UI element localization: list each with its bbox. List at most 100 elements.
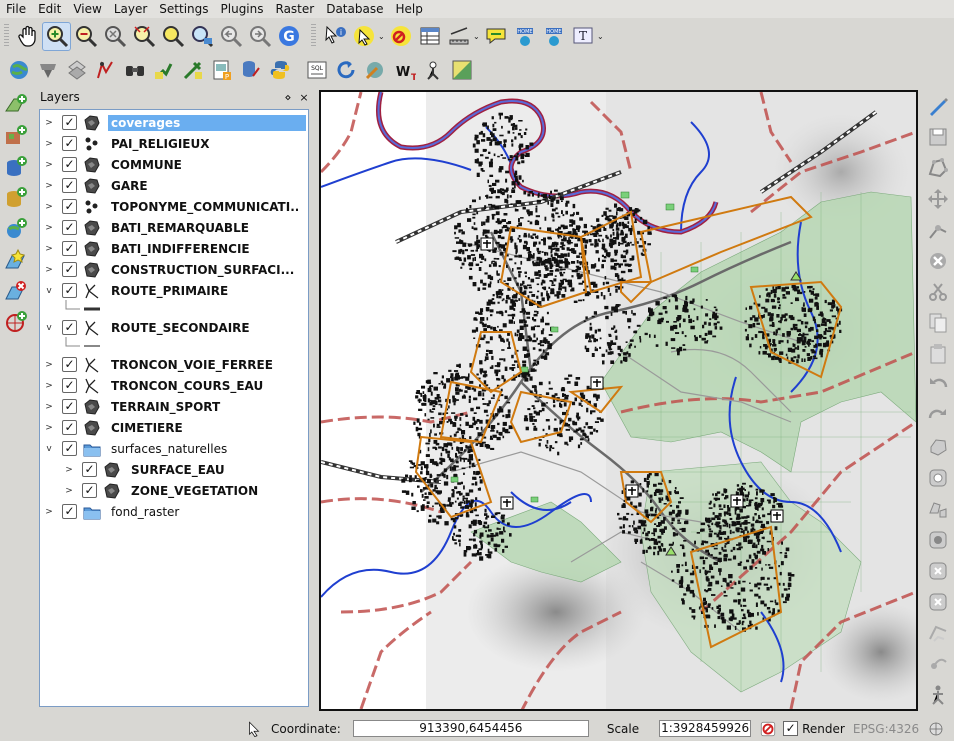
heatmap-icon[interactable] — [447, 56, 476, 85]
menu-settings[interactable]: Settings — [153, 0, 214, 18]
layer-name[interactable]: CONSTRUCTION_SURFACI... — [108, 262, 297, 278]
layer-expander[interactable]: > — [44, 160, 54, 170]
map-rendering[interactable] — [321, 92, 916, 709]
redo-icon[interactable] — [924, 400, 953, 431]
layer-visibility-checkbox[interactable]: ✓ — [62, 199, 77, 214]
offset-curve-icon[interactable] — [924, 648, 953, 679]
layer-visibility-checkbox[interactable]: ✓ — [62, 157, 77, 172]
node-tool-icon[interactable] — [924, 214, 953, 245]
projection-icon[interactable] — [925, 718, 947, 740]
layer-expander[interactable]: > — [44, 181, 54, 191]
layer-name[interactable]: BATI_INDIFFERENCIE — [108, 241, 253, 257]
map-tips-icon[interactable] — [481, 22, 510, 51]
new-layer-icon[interactable] — [2, 245, 31, 274]
georeferencer-icon[interactable] — [4, 56, 33, 85]
layer-visibility-checkbox[interactable]: ✓ — [62, 441, 77, 456]
attribute-table-icon[interactable] — [415, 22, 444, 51]
layer-row-route-primaire[interactable]: v ✓ ROUTE_PRIMAIRE — [40, 280, 308, 301]
reload-icon[interactable] — [331, 56, 360, 85]
measure-icon[interactable] — [444, 22, 473, 51]
print-composer-icon[interactable]: P — [207, 56, 236, 85]
add-feature-icon[interactable] — [924, 152, 953, 183]
layer-visibility-checkbox[interactable]: ✓ — [62, 115, 77, 130]
add-wms-layer-icon[interactable] — [2, 214, 31, 243]
zoom-native-icon[interactable] — [187, 22, 216, 51]
layer-tree[interactable]: > ✓ coverages > ✓ PAI_RELIGIEUX > ✓ COMMUNE > ✓ GAR… — [39, 109, 309, 707]
layer-visibility-checkbox[interactable]: ✓ — [82, 483, 97, 498]
layer-expander[interactable]: > — [64, 465, 74, 475]
grass-icon[interactable] — [33, 56, 62, 85]
plugin-b-icon[interactable] — [178, 56, 207, 85]
add-raster-layer-icon[interactable] — [2, 121, 31, 150]
delete-selected-icon[interactable] — [924, 245, 953, 276]
simplify-icon[interactable] — [924, 431, 953, 462]
layer-expander[interactable]: > — [44, 202, 54, 212]
layer-visibility-checkbox[interactable]: ✓ — [62, 262, 77, 277]
layer-expander[interactable]: > — [44, 360, 54, 370]
menu-view[interactable]: View — [67, 0, 107, 18]
layer-row-bati-remarquable[interactable]: > ✓ BATI_REMARQUABLE — [40, 217, 308, 238]
layer-visibility-checkbox[interactable]: ✓ — [62, 220, 77, 235]
layer-visibility-checkbox[interactable]: ✓ — [62, 357, 77, 372]
zoom-last-icon[interactable] — [216, 22, 245, 51]
layer-name[interactable]: ROUTE_SECONDAIRE — [108, 320, 253, 336]
layer-visibility-checkbox[interactable]: ✓ — [62, 320, 77, 335]
layer-visibility-checkbox[interactable]: ✓ — [62, 178, 77, 193]
layer-name[interactable]: SURFACE_EAU — [128, 462, 228, 478]
layer-name[interactable]: fond_raster — [108, 504, 182, 520]
layer-row-cimetiere[interactable]: > ✓ CIMETIERE — [40, 417, 308, 438]
toggle-editing-icon[interactable] — [924, 90, 953, 121]
menu-database[interactable]: Database — [320, 0, 389, 18]
float-panel-button[interactable]: ⋄ — [280, 91, 296, 104]
identify-icon[interactable]: i — [320, 22, 349, 51]
coordinate-field[interactable]: 913390,6454456 — [352, 720, 589, 737]
layer-expander[interactable]: > — [44, 118, 54, 128]
add-postgis-layer-icon[interactable] — [2, 152, 31, 181]
layer-row-surfaces-naturelles[interactable]: v ✓ surfaces_naturelles — [40, 438, 308, 459]
menu-edit[interactable]: Edit — [32, 0, 67, 18]
layer-visibility-checkbox[interactable]: ✓ — [62, 136, 77, 151]
layer-visibility-checkbox[interactable]: ✓ — [62, 378, 77, 393]
layer-row-pai-religieux[interactable]: > ✓ PAI_RELIGIEUX — [40, 133, 308, 154]
cut-features-icon[interactable] — [924, 276, 953, 307]
layer-expander[interactable]: > — [44, 402, 54, 412]
layer-visibility-checkbox[interactable]: ✓ — [62, 504, 77, 519]
zoom-layer-icon[interactable] — [158, 22, 187, 51]
layer-row-construction-surfaci-[interactable]: > ✓ CONSTRUCTION_SURFACI... — [40, 259, 308, 280]
layer-row-troncon-voie-ferree[interactable]: > ✓ TRONCON_VOIE_FERREE — [40, 354, 308, 375]
add-ring-icon[interactable] — [924, 462, 953, 493]
gps-icon[interactable] — [120, 56, 149, 85]
fill-ring-icon[interactable] — [924, 524, 953, 555]
layer-expander[interactable]: > — [64, 486, 74, 496]
db-manager-icon[interactable] — [236, 56, 265, 85]
show-bookmarks-icon[interactable]: HOME — [539, 22, 568, 51]
layer-expander[interactable]: > — [44, 265, 54, 275]
layer-expander[interactable]: > — [44, 139, 54, 149]
layer-expander[interactable]: > — [44, 223, 54, 233]
reshape-icon[interactable] — [924, 617, 953, 648]
menu-file[interactable]: File — [0, 0, 32, 18]
layer-visibility-checkbox[interactable]: ✓ — [82, 462, 97, 477]
render-checkbox[interactable]: ✓ — [783, 721, 799, 736]
python-console-icon[interactable] — [265, 56, 294, 85]
layer-expander[interactable]: v — [44, 444, 54, 454]
layer-row-route-secondaire[interactable]: v ✓ ROUTE_SECONDAIRE — [40, 317, 308, 338]
layer-expander[interactable]: > — [44, 423, 54, 433]
toolbar-grip[interactable] — [311, 24, 316, 48]
layer-name[interactable]: ROUTE_PRIMAIRE — [108, 283, 231, 299]
menu-layer[interactable]: Layer — [108, 0, 153, 18]
menu-plugins[interactable]: Plugins — [215, 0, 270, 18]
layer-name[interactable]: COMMUNE — [108, 157, 185, 173]
layer-name[interactable]: TERRAIN_SPORT — [108, 399, 223, 415]
delete-part-icon[interactable] — [924, 586, 953, 617]
scale-field[interactable]: 1:3928459926 — [659, 720, 752, 737]
zoom-in-icon[interactable] — [42, 21, 71, 51]
layer-visibility-checkbox[interactable]: ✓ — [62, 420, 77, 435]
remove-layer-icon[interactable] — [2, 276, 31, 305]
plugin-manager-icon[interactable] — [360, 56, 389, 85]
add-wfs-layer-icon[interactable] — [2, 307, 31, 336]
layer-name[interactable]: GARE — [108, 178, 151, 194]
layer-expander[interactable]: v — [44, 323, 54, 333]
layer-name[interactable]: PAI_RELIGIEUX — [108, 136, 213, 152]
crs-status[interactable]: EPSG:4326 — [853, 722, 919, 736]
